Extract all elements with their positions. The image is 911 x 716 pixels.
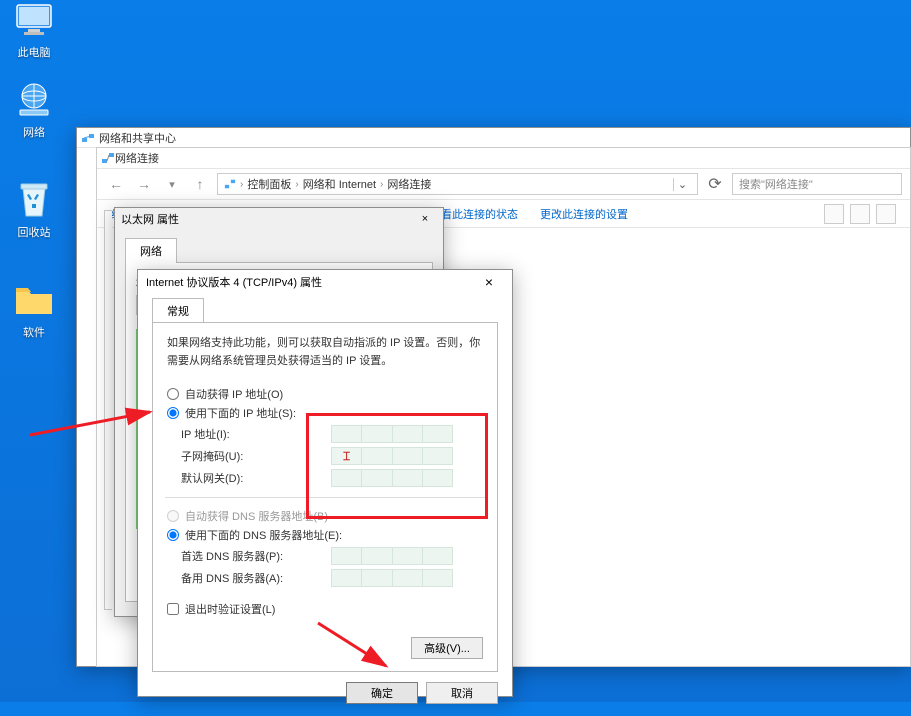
window-titlebar: 以太网 属性 × <box>115 208 443 230</box>
breadcrumb-item[interactable]: 控制面板 <box>247 176 291 192</box>
ip-address-label: IP 地址(I): <box>181 426 331 442</box>
window-title: 网络和共享中心 <box>77 128 910 148</box>
network-icon <box>14 80 54 120</box>
radio-manual-dns[interactable]: 使用下面的 DNS 服务器地址(E): <box>167 527 483 543</box>
connections-icon <box>101 151 115 165</box>
subnet-mask-input[interactable]: ⌶ <box>331 447 453 465</box>
desktop-icon-label: 网络 <box>4 124 64 140</box>
close-button[interactable]: × <box>413 210 437 228</box>
radio-auto-ip[interactable]: 自动获得 IP 地址(O) <box>167 386 483 402</box>
radio-input[interactable] <box>167 529 179 541</box>
subnet-mask-label: 子网掩码(U): <box>181 448 331 464</box>
breadcrumb[interactable]: › 控制面板 › 网络和 Internet › 网络连接 ⌄ <box>217 173 698 195</box>
desktop-icon-label: 此电脑 <box>4 44 64 60</box>
dialog-ipv4-properties[interactable]: Internet 协议版本 4 (TCP/IPv4) 属性 × 常规 如果网络支… <box>137 269 513 697</box>
desktop-icon-recycle-bin[interactable]: 回收站 <box>4 180 64 240</box>
close-button[interactable]: × <box>474 272 504 292</box>
tab-network[interactable]: 网络 <box>125 238 177 263</box>
default-gateway-label: 默认网关(D): <box>181 470 331 486</box>
text-caret-icon: ⌶ <box>343 449 350 463</box>
breadcrumb-item[interactable]: 网络和 Internet <box>303 176 376 192</box>
desktop-icon-this-pc[interactable]: 此电脑 <box>4 0 64 60</box>
navigation-bar: ← → ▾ ↑ › 控制面板 › 网络和 Internet › 网络连接 ⌄ ⟳… <box>97 168 910 200</box>
window-edge <box>104 210 112 610</box>
nav-up-button[interactable]: ↑ <box>189 173 211 195</box>
desktop-icon-network[interactable]: 网络 <box>4 80 64 140</box>
radio-input[interactable] <box>167 388 179 400</box>
nav-back-button[interactable]: ← <box>105 173 127 195</box>
preview-pane-button[interactable] <box>850 204 870 224</box>
nav-recent-button[interactable]: ▾ <box>161 173 183 195</box>
desktop-icon-label: 软件 <box>4 324 64 340</box>
search-input[interactable]: 搜索"网络连接" <box>732 173 902 195</box>
sharing-icon <box>81 131 95 145</box>
validate-checkbox-row[interactable]: 退出时验证设置(L) <box>167 601 483 617</box>
alternate-dns-label: 备用 DNS 服务器(A): <box>181 570 331 586</box>
toolbar-change[interactable]: 更改此连接的设置 <box>540 206 628 222</box>
default-gateway-input[interactable] <box>331 469 453 487</box>
recycle-bin-icon <box>14 180 54 220</box>
refresh-button[interactable]: ⟳ <box>704 173 726 195</box>
dialog-titlebar: Internet 协议版本 4 (TCP/IPv4) 属性 × <box>138 270 512 294</box>
tab-general[interactable]: 常规 <box>152 298 204 323</box>
window-title: 以太网 属性 <box>121 211 179 227</box>
advanced-button[interactable]: 高级(V)... <box>411 637 483 659</box>
view-options-button[interactable] <box>824 204 844 224</box>
breadcrumb-item[interactable]: 网络连接 <box>387 176 431 192</box>
preferred-dns-label: 首选 DNS 服务器(P): <box>181 548 331 564</box>
radio-auto-dns[interactable]: 自动获得 DNS 服务器地址(B) <box>167 508 483 524</box>
help-text: 如果网络支持此功能，则可以获取自动指派的 IP 设置。否则，你需要从网络系统管理… <box>167 335 483 370</box>
ok-button[interactable]: 确定 <box>346 682 418 704</box>
breadcrumb-dropdown[interactable]: ⌄ <box>673 178 691 191</box>
dialog-panel: 如果网络支持此功能，则可以获取自动指派的 IP 设置。否则，你需要从网络系统管理… <box>152 322 498 672</box>
this-pc-icon <box>14 0 54 40</box>
ip-address-input[interactable] <box>331 425 453 443</box>
connections-icon <box>224 178 236 190</box>
dialog-title: Internet 协议版本 4 (TCP/IPv4) 属性 <box>146 274 322 290</box>
window-title: 网络连接 <box>97 148 910 168</box>
folder-icon <box>14 280 54 320</box>
help-button[interactable] <box>876 204 896 224</box>
radio-manual-ip[interactable]: 使用下面的 IP 地址(S): <box>167 405 483 421</box>
radio-input[interactable] <box>167 407 179 419</box>
cancel-button[interactable]: 取消 <box>426 682 498 704</box>
alternate-dns-input[interactable] <box>331 569 453 587</box>
radio-input <box>167 510 179 522</box>
validate-checkbox[interactable] <box>167 603 179 615</box>
desktop-icon-label: 回收站 <box>4 224 64 240</box>
nav-forward-button[interactable]: → <box>133 173 155 195</box>
preferred-dns-input[interactable] <box>331 547 453 565</box>
separator <box>165 497 485 498</box>
desktop-icon-software[interactable]: 软件 <box>4 280 64 340</box>
